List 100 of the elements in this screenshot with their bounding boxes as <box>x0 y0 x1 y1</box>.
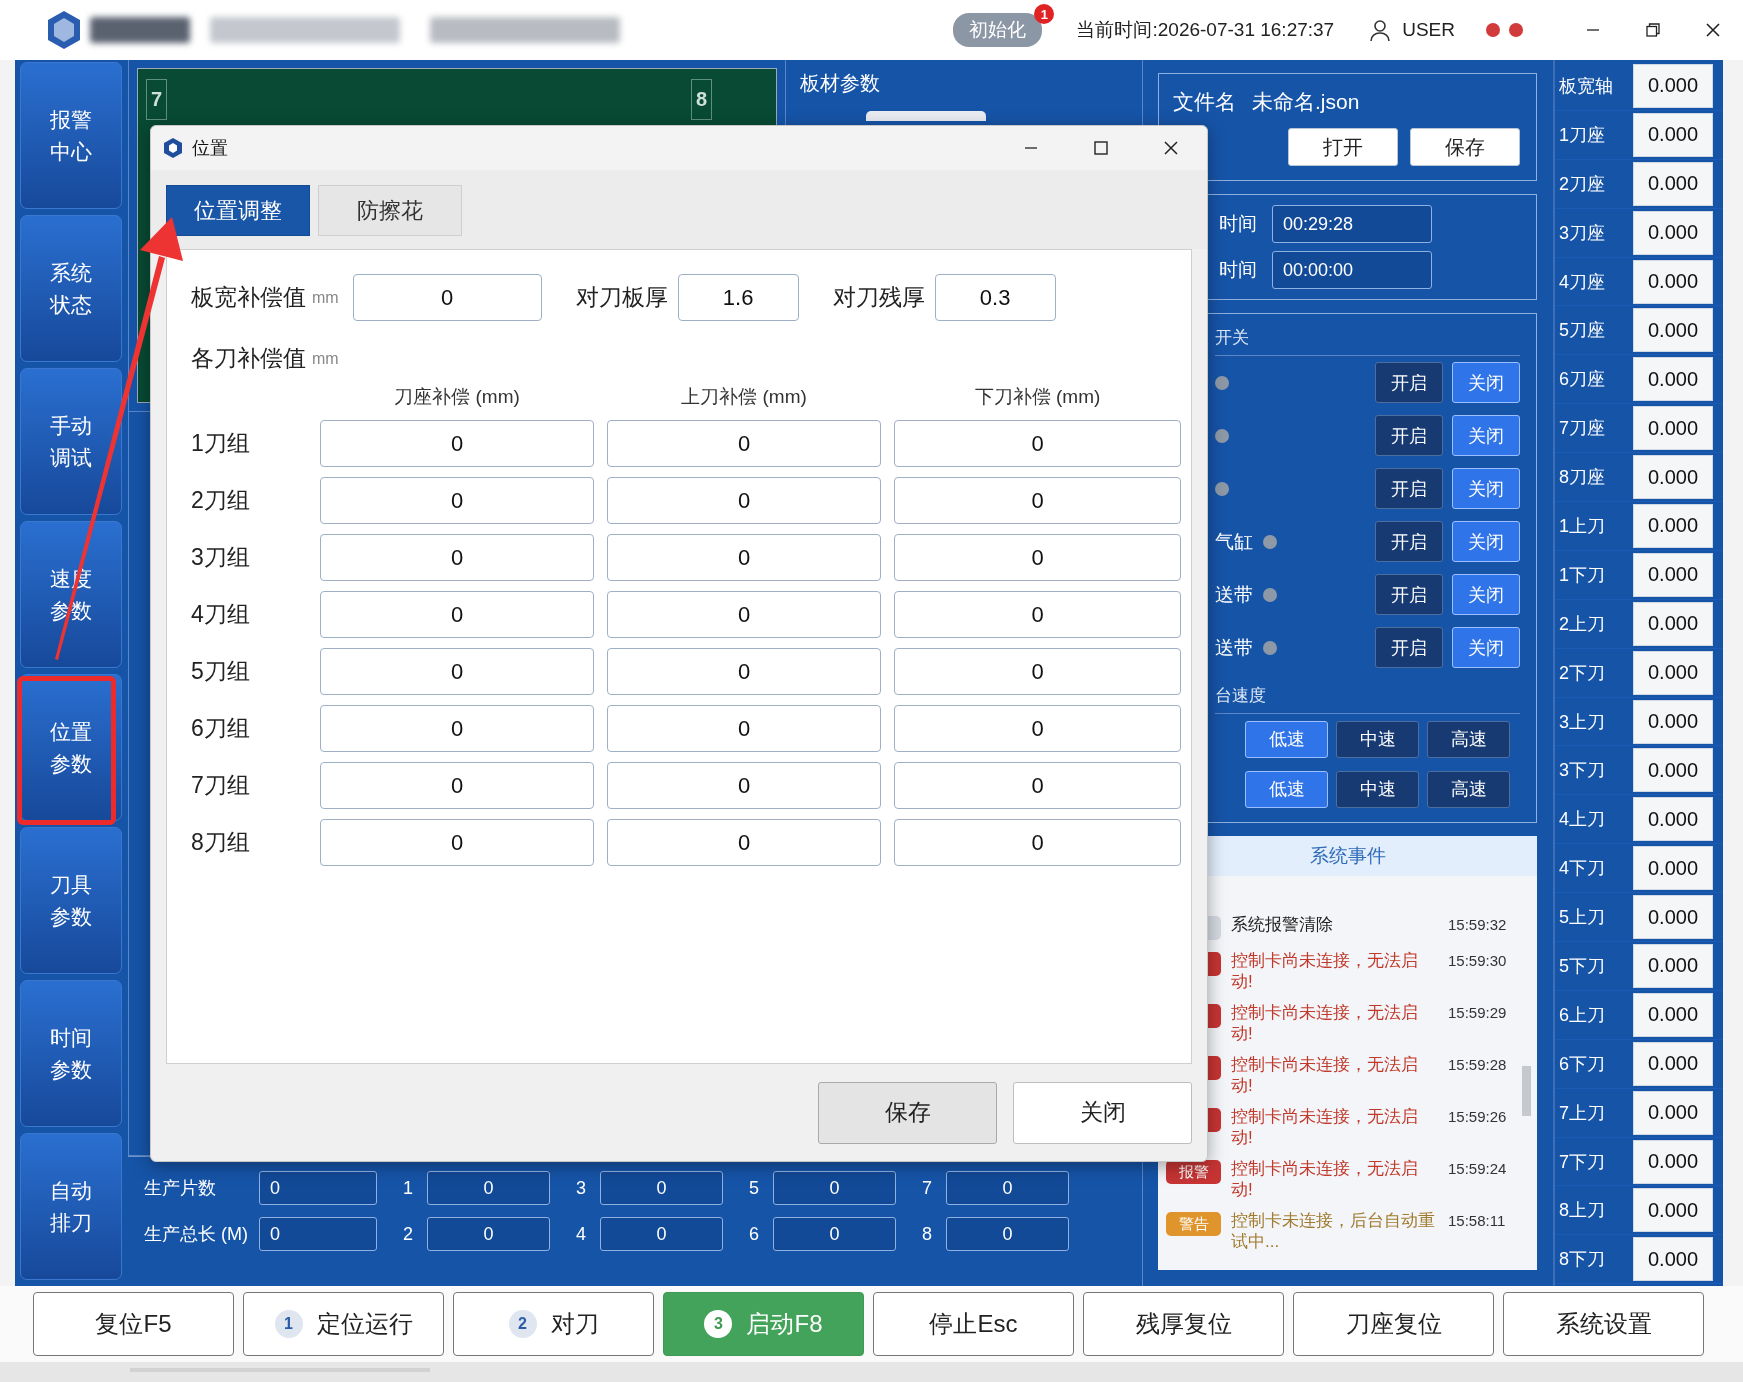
counter-field[interactable]: 0 <box>427 1217 550 1251</box>
input-field[interactable]: 0 <box>320 762 594 809</box>
input-field[interactable]: 0 <box>607 705 881 752</box>
input-field[interactable]: 0 <box>320 477 594 524</box>
toolbar-button[interactable]: 1 定位运行 <box>243 1292 444 1356</box>
axis-value[interactable]: 0.000 <box>1633 1237 1713 1282</box>
file-button[interactable]: 打开 <box>1288 128 1398 166</box>
input-field[interactable]: 0.3 <box>934 274 1056 321</box>
input-field[interactable]: 0 <box>320 705 594 752</box>
axis-value[interactable]: 0.000 <box>1633 797 1713 842</box>
counter-field[interactable]: 0 <box>259 1217 377 1251</box>
toolbar-button[interactable]: 2 对刀 <box>453 1292 654 1356</box>
switch-button[interactable]: 开启 <box>1375 521 1443 562</box>
input-field[interactable]: 0 <box>320 819 594 866</box>
axis-value[interactable]: 0.000 <box>1633 210 1713 255</box>
axis-value[interactable]: 0.000 <box>1633 1139 1713 1184</box>
input-field[interactable]: 0 <box>894 591 1181 638</box>
axis-value[interactable]: 0.000 <box>1633 552 1713 597</box>
switch-button[interactable]: 关闭 <box>1452 362 1520 403</box>
input-field[interactable]: 0 <box>607 648 881 695</box>
input-field[interactable]: 0 <box>894 477 1181 524</box>
sidebar-item[interactable]: 报警中心 <box>20 62 122 209</box>
axis-value[interactable]: 0.000 <box>1633 112 1713 157</box>
axis-value[interactable]: 0.000 <box>1633 895 1713 940</box>
input-field[interactable]: 0 <box>894 705 1181 752</box>
counter-field[interactable]: 0 <box>773 1217 896 1251</box>
switch-button[interactable]: 关闭 <box>1452 521 1520 562</box>
toolbar-button[interactable]: 系统设置 <box>1503 1292 1704 1356</box>
input-field[interactable]: 0 <box>320 534 594 581</box>
switch-button[interactable]: 开启 <box>1375 468 1443 509</box>
axis-value[interactable]: 0.000 <box>1633 1188 1713 1233</box>
axis-value[interactable]: 0.000 <box>1633 503 1713 548</box>
speed-button[interactable]: 中速 <box>1336 720 1419 758</box>
counter-field[interactable]: 0 <box>600 1217 723 1251</box>
tab[interactable]: 防擦花 <box>318 185 462 236</box>
switch-button[interactable]: 关闭 <box>1452 627 1520 668</box>
time-field[interactable]: 00:00:00 <box>1272 251 1432 289</box>
counter-field[interactable]: 0 <box>600 1171 723 1205</box>
axis-value[interactable]: 0.000 <box>1633 406 1713 451</box>
axis-value[interactable]: 0.000 <box>1633 943 1713 988</box>
input-field[interactable]: 1.6 <box>677 274 799 321</box>
input-field[interactable]: 0 <box>607 477 881 524</box>
sidebar-item[interactable]: 自动排刀 <box>20 1133 122 1280</box>
toolbar-button[interactable]: 残厚复位 <box>1083 1292 1284 1356</box>
input-field[interactable]: 0 <box>894 819 1181 866</box>
file-button[interactable]: 保存 <box>1410 128 1520 166</box>
switch-button[interactable]: 关闭 <box>1452 468 1520 509</box>
toolbar-button[interactable]: 复位F5 <box>33 1292 234 1356</box>
tab[interactable]: 位置调整 <box>166 185 310 236</box>
speed-button[interactable]: 高速 <box>1427 720 1510 758</box>
axis-value[interactable]: 0.000 <box>1633 455 1713 500</box>
switch-button[interactable]: 开启 <box>1375 362 1443 403</box>
speed-button[interactable]: 低速 <box>1245 720 1328 758</box>
input-field[interactable]: 0 <box>607 762 881 809</box>
input-field[interactable]: 0 <box>894 534 1181 581</box>
switch-button[interactable]: 开启 <box>1375 574 1443 615</box>
toolbar-button[interactable]: 3 启动F8 <box>663 1292 864 1356</box>
input-field[interactable]: 0 <box>320 420 594 467</box>
axis-value[interactable]: 0.000 <box>1633 1090 1713 1135</box>
switch-button[interactable]: 关闭 <box>1452 574 1520 615</box>
sidebar-item[interactable]: 刀具参数 <box>20 827 122 974</box>
axis-value[interactable]: 0.000 <box>1633 601 1713 646</box>
axis-value[interactable]: 0.000 <box>1633 259 1713 304</box>
input-field[interactable]: 0 <box>894 648 1181 695</box>
axis-value[interactable]: 0.000 <box>1633 650 1713 695</box>
sidebar-item[interactable]: 系统状态 <box>20 215 122 362</box>
counter-field[interactable]: 0 <box>946 1217 1069 1251</box>
dialog-button[interactable]: 保存 <box>818 1081 997 1144</box>
axis-value[interactable]: 0.000 <box>1633 357 1713 402</box>
input-field[interactable]: 0 <box>607 591 881 638</box>
input-field[interactable]: 0 <box>894 762 1181 809</box>
axis-value[interactable]: 0.000 <box>1633 161 1713 206</box>
sidebar-item[interactable]: 位置参数 <box>20 674 122 821</box>
switch-button[interactable]: 开启 <box>1375 415 1443 456</box>
counter-field[interactable]: 0 <box>946 1171 1069 1205</box>
time-field[interactable]: 00:29:28 <box>1272 205 1432 243</box>
speed-button[interactable]: 低速 <box>1245 770 1328 808</box>
dialog-button[interactable]: 关闭 <box>1013 1081 1192 1144</box>
counter-field[interactable]: 0 <box>427 1171 550 1205</box>
sidebar-item[interactable]: 时间参数 <box>20 980 122 1127</box>
sidebar-item[interactable]: 手动调试 <box>20 368 122 515</box>
counter-field[interactable]: 0 <box>773 1171 896 1205</box>
axis-value[interactable]: 0.000 <box>1633 846 1713 891</box>
switch-button[interactable]: 关闭 <box>1452 415 1520 456</box>
toolbar-button[interactable]: 刀座复位 <box>1293 1292 1494 1356</box>
axis-value[interactable]: 0.000 <box>1633 748 1713 793</box>
input-field[interactable]: 0 <box>607 819 881 866</box>
switch-button[interactable]: 开启 <box>1375 627 1443 668</box>
input-field[interactable]: 0 <box>320 648 594 695</box>
speed-button[interactable]: 中速 <box>1336 770 1419 808</box>
speed-button[interactable]: 高速 <box>1427 770 1510 808</box>
axis-value[interactable]: 0.000 <box>1633 1041 1713 1086</box>
axis-value[interactable]: 0.000 <box>1633 699 1713 744</box>
axis-value[interactable]: 0.000 <box>1633 63 1713 108</box>
input-field[interactable]: 0 <box>607 534 881 581</box>
axis-value[interactable]: 0.000 <box>1633 992 1713 1037</box>
input-field[interactable]: 0 <box>894 420 1181 467</box>
input-field[interactable]: 0 <box>607 420 881 467</box>
input-field[interactable]: 0 <box>320 591 594 638</box>
input-field[interactable]: 0 <box>352 274 542 321</box>
